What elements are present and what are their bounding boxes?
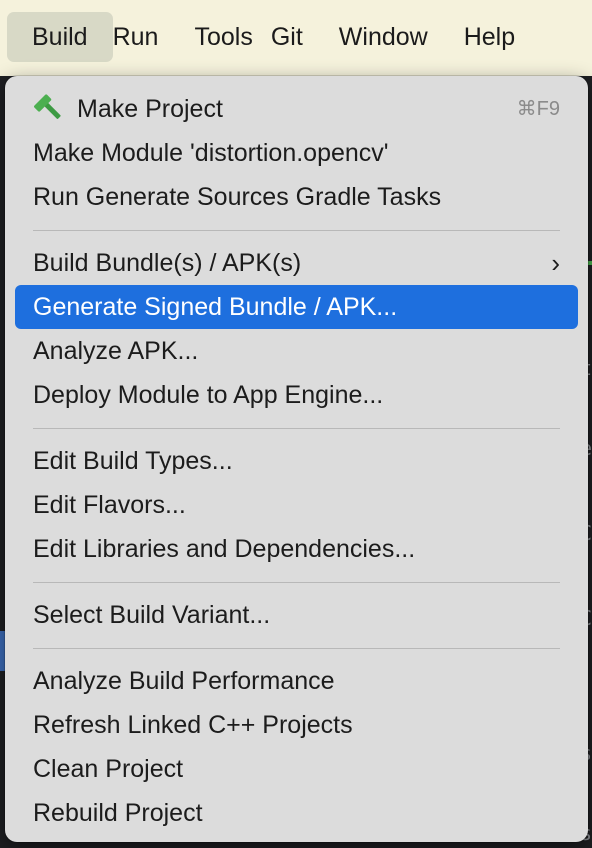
menubar-git[interactable]: Git: [271, 12, 321, 62]
menu-bar: Build Run Tools Git Window Help: [0, 0, 592, 76]
menu-separator: [33, 230, 560, 231]
shortcut-label: ⌘F9: [516, 98, 560, 120]
menu-item-analyze-build-performance[interactable]: Analyze Build Performance: [15, 659, 578, 703]
menu-item-clean-project[interactable]: Clean Project: [15, 747, 578, 791]
menubar-window[interactable]: Window: [321, 12, 446, 62]
menu-item-label: Make Project: [77, 95, 223, 123]
menu-item-edit-libraries[interactable]: Edit Libraries and Dependencies...: [15, 527, 578, 571]
menu-item-deploy-module[interactable]: Deploy Module to App Engine...: [15, 373, 578, 417]
menu-item-make-project[interactable]: Make Project ⌘F9: [15, 87, 578, 131]
menu-item-select-build-variant[interactable]: Select Build Variant...: [15, 593, 578, 637]
menu-item-make-module[interactable]: Make Module 'distortion.opencv': [15, 131, 578, 175]
hammer-icon: [34, 94, 61, 120]
menu-item-rebuild-project[interactable]: Rebuild Project: [15, 791, 578, 835]
build-menu: Make Project ⌘F9 Make Module 'distortion…: [5, 76, 588, 842]
menu-item-edit-flavors[interactable]: Edit Flavors...: [15, 483, 578, 527]
menubar-build[interactable]: Build: [7, 12, 113, 62]
menu-item-run-generate-sources[interactable]: Run Generate Sources Gradle Tasks: [15, 175, 578, 219]
menu-item-build-bundle[interactable]: Build Bundle(s) / APK(s) ›: [15, 241, 578, 285]
menu-item-generate-signed-bundle[interactable]: Generate Signed Bundle / APK...: [15, 285, 578, 329]
menu-item-label: Build Bundle(s) / APK(s): [33, 249, 302, 277]
menu-item-analyze-apk[interactable]: Analyze APK...: [15, 329, 578, 373]
menubar-help[interactable]: Help: [446, 12, 515, 62]
menubar-run[interactable]: Run: [113, 12, 177, 62]
menu-separator: [33, 648, 560, 649]
menu-item-refresh-linked-cpp[interactable]: Refresh Linked C++ Projects: [15, 703, 578, 747]
menu-separator: [33, 428, 560, 429]
menubar-tools[interactable]: Tools: [176, 12, 270, 62]
menu-item-edit-build-types[interactable]: Edit Build Types...: [15, 439, 578, 483]
chevron-right-icon: ›: [551, 248, 560, 278]
menu-separator: [33, 582, 560, 583]
